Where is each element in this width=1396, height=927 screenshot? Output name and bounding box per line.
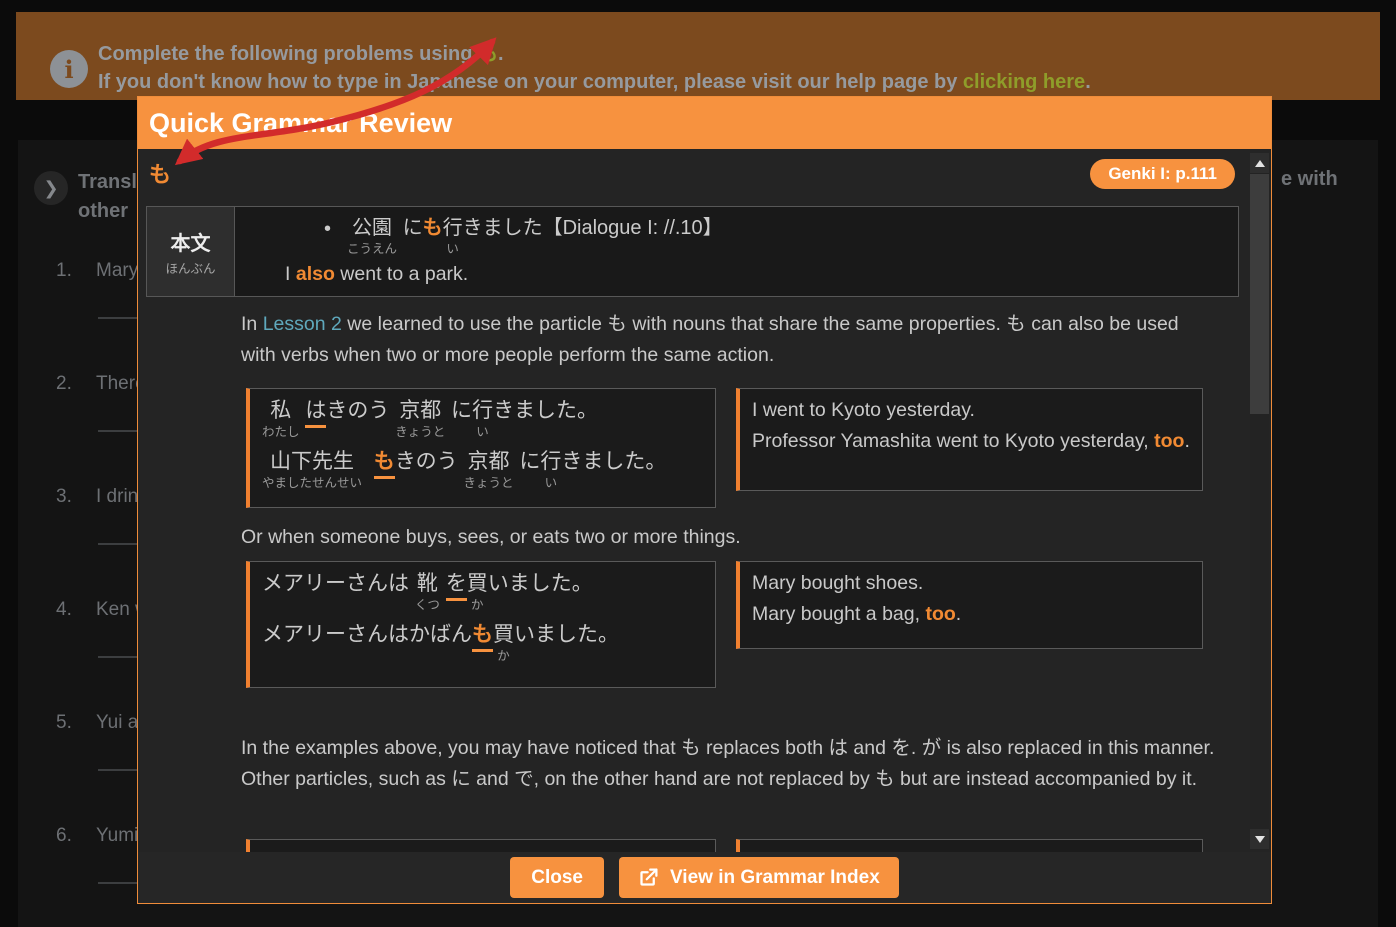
modal-scrollbar[interactable] — [1250, 153, 1269, 849]
example-row-3-partial — [246, 839, 1203, 852]
example-line: Mary bought shoes. — [752, 568, 1190, 599]
banner-line1-text: Complete the following problems using — [98, 43, 478, 65]
exercise-heading-line1: Transl — [78, 168, 137, 197]
honbun-content-cell: • 公園こうえん にも行いきました【Dialogue I: //.10】 I a… — [235, 207, 1238, 296]
grammar-paragraph-2: In the examples above, you may have noti… — [241, 733, 1216, 795]
close-button[interactable]: Close — [510, 857, 604, 898]
banner-text: Complete the following problems using も.… — [98, 40, 1091, 96]
page: ❯ Transl other e with 1.Mary w 2.There 3… — [0, 0, 1396, 927]
instruction-banner: i Complete the following problems using … — [16, 12, 1380, 100]
scroll-up-button[interactable] — [1250, 153, 1269, 173]
honbun-example-table: 本文 ほんぶん • 公園こうえん にも行いきました【Dialogue I: //… — [146, 206, 1239, 297]
problem-item-4: 4.Ken w — [56, 599, 149, 621]
scroll-down-icon — [1255, 836, 1265, 843]
banner-line1-period: . — [498, 43, 504, 65]
banner-line-1: Complete the following problems using も. — [98, 40, 1091, 68]
modal-body: も Genki I: p.111 本文 ほんぶん • 公園こうえん にも行いきま… — [138, 149, 1271, 852]
lesson-2-link[interactable]: Lesson 2 — [263, 313, 342, 335]
info-icon: i — [50, 50, 88, 88]
honbun-label-cell: 本文 ほんぶん — [147, 207, 235, 296]
exercise-heading-right-fragment: e with — [1281, 168, 1338, 191]
bullet-icon: • — [324, 216, 331, 257]
honbun-kanji: 本文 — [171, 227, 211, 256]
particle-mo-heading: も — [149, 157, 171, 189]
example-line: Professor Yamashita went to Kyoto yester… — [752, 426, 1190, 457]
scroll-up-icon — [1255, 160, 1265, 167]
exercise-heading-fragment: Transl other — [78, 168, 137, 226]
example-line: メアリーさんは 靴くつ を買かいました。 — [262, 571, 703, 615]
chevron-right-icon: ❯ — [34, 171, 68, 205]
help-page-link[interactable]: clicking here — [963, 71, 1085, 93]
honbun-furigana: ほんぶん — [165, 258, 215, 277]
example-line: メアリーさんはかばんも買かいました。 — [262, 622, 703, 666]
modal-header: Quick Grammar Review — [138, 97, 1271, 149]
example2-japanese-box: メアリーさんは 靴くつ を買かいました。メアリーさんはかばんも買かいました。 — [246, 561, 716, 688]
example-line: 山下先生やましたせんせい もきのう 京都きょうと に行いきました。 — [262, 449, 703, 493]
modal-footer: Close View in Grammar Index — [138, 852, 1271, 903]
problem-number: 5. — [56, 712, 82, 734]
problem-item-2: 2.There — [56, 373, 146, 395]
view-button-label: View in Grammar Index — [670, 867, 880, 889]
problem-number: 6. — [56, 825, 82, 847]
example1-english-box: I went to Kyoto yesterday.Professor Yama… — [736, 388, 1203, 491]
problem-item-3: 3.I drink — [56, 486, 148, 508]
example2-english-box: Mary bought shoes.Mary bought a bag, too… — [736, 561, 1203, 649]
dialogue-example-english: I also went to a park. — [235, 260, 1228, 289]
problem-number: 3. — [56, 486, 82, 508]
example3-english-box-partial — [736, 839, 1203, 852]
scrollbar-thumb[interactable] — [1250, 174, 1269, 414]
dialogue-example-japanese: 公園こうえん にも行いきました【Dialogue I: //.10】 — [347, 216, 723, 257]
problem-number: 2. — [56, 373, 82, 395]
grammar-mid-sentence: Or when someone buys, sees, or eats two … — [241, 526, 741, 549]
example-row-2: メアリーさんは 靴くつ を買かいました。メアリーさんはかばんも買かいました。 M… — [246, 561, 1203, 688]
example-line: Mary bought a bag, too. — [752, 599, 1190, 630]
problem-number: 4. — [56, 599, 82, 621]
banner-line-2: If you don't know how to type in Japanes… — [98, 68, 1091, 96]
genki-page-badge: Genki I: p.111 — [1090, 159, 1235, 189]
problem-number: 1. — [56, 260, 82, 282]
example-line: I went to Kyoto yesterday. — [752, 395, 1190, 426]
grammar-paragraph-1: In Lesson 2 we learned to use the partic… — [241, 309, 1216, 371]
dialogue-example-row: • 公園こうえん にも行いきました【Dialogue I: //.10】 — [235, 216, 1228, 257]
external-link-icon — [638, 867, 659, 888]
example-line: 私わたし はきのう 京都きょうと に行いきました。 — [262, 398, 703, 442]
modal-title: Quick Grammar Review — [149, 108, 452, 139]
quick-grammar-review-modal: Quick Grammar Review も Genki I: p.111 本文… — [137, 96, 1272, 904]
banner-line2-text: If you don't know how to type in Japanes… — [98, 71, 963, 93]
example3-japanese-box-partial — [246, 839, 716, 852]
exercise-heading-line2: other — [78, 197, 137, 226]
example1-japanese-box: 私わたし はきのう 京都きょうと に行いきました。山下先生やましたせんせい もき… — [246, 388, 716, 508]
view-in-grammar-index-button[interactable]: View in Grammar Index — [619, 857, 899, 898]
banner-particle-mo: も — [478, 43, 498, 65]
scroll-down-button[interactable] — [1250, 829, 1269, 849]
example-row-1: 私わたし はきのう 京都きょうと に行いきました。山下先生やましたせんせい もき… — [246, 388, 1203, 508]
banner-line2-period: . — [1085, 71, 1091, 93]
